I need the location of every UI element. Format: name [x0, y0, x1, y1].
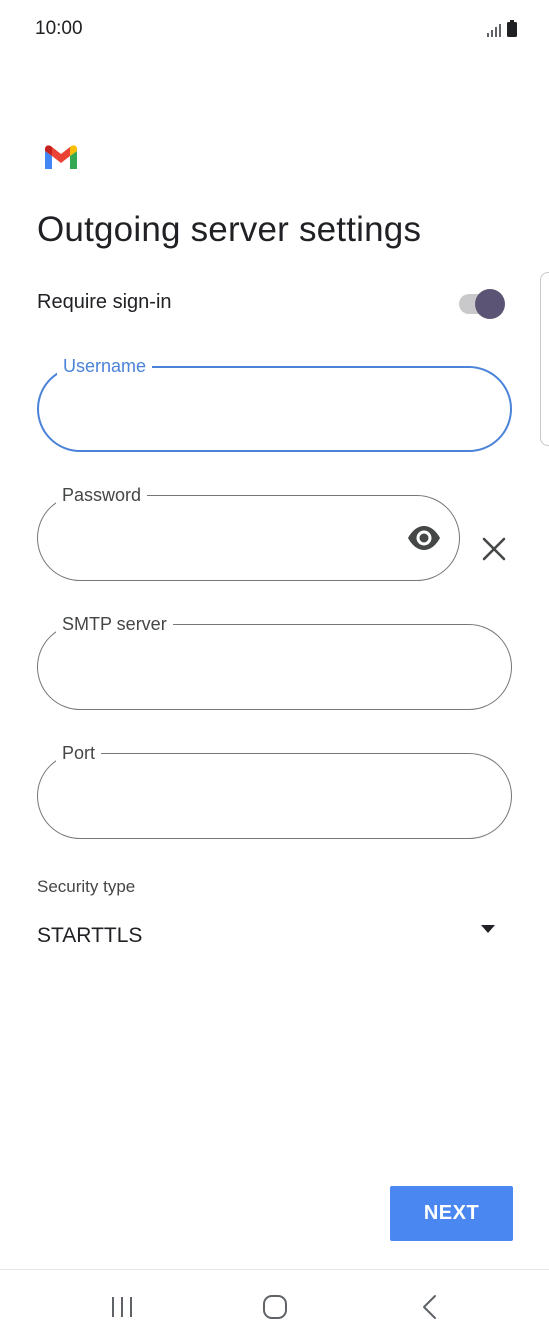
edge-panel-handle[interactable]: [540, 272, 549, 446]
smtp-server-field[interactable]: SMTP server: [37, 612, 512, 710]
battery-icon: [507, 20, 517, 37]
recent-apps-icon[interactable]: [102, 1290, 142, 1324]
port-input[interactable]: [62, 778, 446, 816]
toggle-thumb: [475, 289, 505, 319]
next-button[interactable]: NEXT: [390, 1186, 513, 1241]
username-input[interactable]: [63, 392, 447, 430]
status-time: 10:00: [35, 18, 83, 39]
signal-icon: [487, 24, 501, 37]
status-icons: [486, 20, 517, 37]
status-bar: 10:00: [0, 0, 549, 60]
security-type-value: STARTTLS: [37, 924, 143, 947]
username-field[interactable]: Username: [37, 354, 512, 452]
clear-password-icon[interactable]: [480, 535, 508, 563]
dropdown-arrow-icon: [481, 925, 495, 933]
security-type-label: Security type: [37, 877, 136, 896]
eye-icon[interactable]: [407, 525, 441, 551]
home-icon[interactable]: [255, 1290, 295, 1324]
username-label: Username: [57, 354, 153, 378]
back-icon[interactable]: [410, 1290, 450, 1324]
password-label: Password: [56, 483, 148, 507]
require-signin-toggle[interactable]: [457, 289, 509, 319]
smtp-server-input[interactable]: [62, 649, 446, 687]
navigation-bar: [0, 1269, 549, 1343]
password-input[interactable]: [62, 520, 396, 558]
page-title: Outgoing server settings: [37, 210, 422, 249]
security-type-dropdown[interactable]: STARTTLS: [37, 920, 512, 960]
port-label: Port: [56, 741, 102, 765]
require-signin-label: Require sign-in: [37, 291, 172, 313]
gmail-logo: [45, 145, 77, 169]
port-field[interactable]: Port: [37, 741, 512, 839]
smtp-server-label: SMTP server: [56, 612, 173, 636]
password-field[interactable]: Password: [37, 483, 460, 581]
